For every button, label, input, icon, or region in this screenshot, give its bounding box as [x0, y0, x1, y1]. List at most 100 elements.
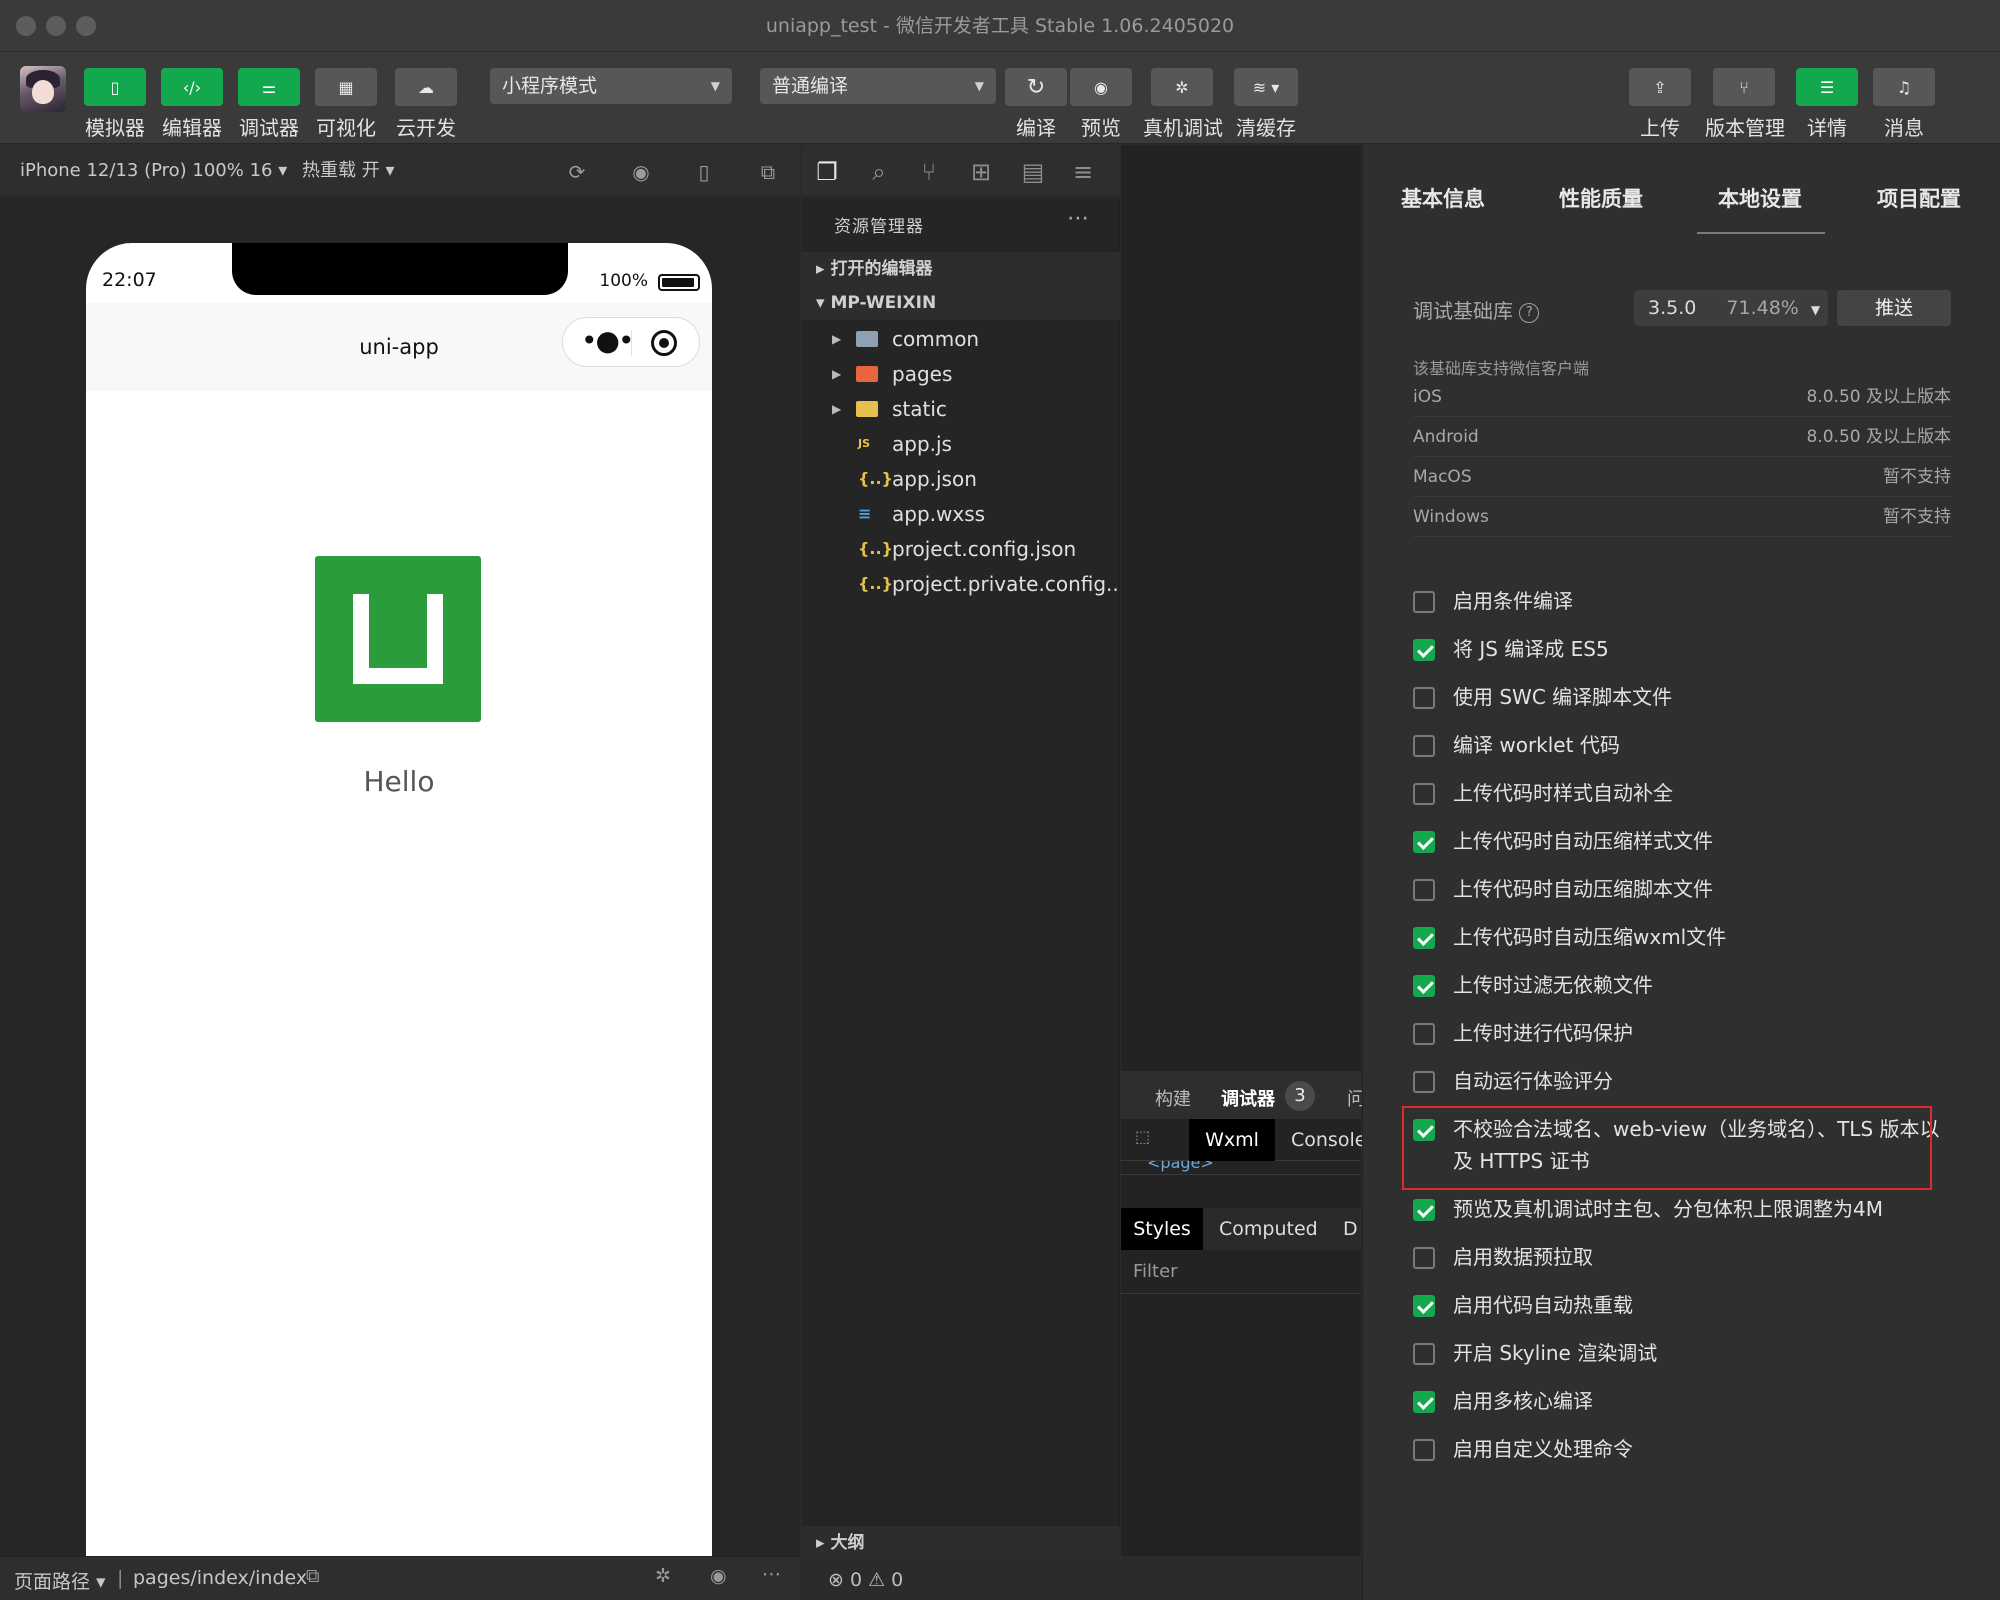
tab-more-styles[interactable]: D: [1343, 1208, 1358, 1250]
tab-performance[interactable]: 性能质量: [1559, 183, 1643, 213]
chevron-right-icon: ▶: [832, 367, 842, 381]
mini-program-navbar: uni-app •●•: [86, 303, 712, 391]
checkbox-unchecked[interactable]: [1413, 783, 1435, 805]
checkbox-unchecked[interactable]: [1413, 879, 1435, 901]
eye-icon: ◉: [1094, 77, 1108, 97]
outline-section[interactable]: ▸ 大纲: [802, 1526, 1120, 1560]
hot-reload-select[interactable]: 热重载 开 ▾: [302, 145, 394, 197]
checkbox-unchecked[interactable]: [1413, 591, 1435, 613]
version-button[interactable]: ⑂: [1713, 68, 1775, 106]
checkbox-checked[interactable]: [1413, 831, 1435, 853]
os-support-row: Windows 暂不支持: [1413, 497, 1951, 537]
cloud-dev-button[interactable]: ☁: [395, 68, 457, 106]
user-avatar[interactable]: [20, 66, 66, 112]
git-icon[interactable]: ⑂: [914, 157, 944, 187]
editor-toggle-button[interactable]: ‹/›: [161, 68, 223, 106]
device-select[interactable]: iPhone 12/13 (Pro) 100% 16 ▾: [20, 145, 287, 197]
checkbox-unchecked[interactable]: [1413, 735, 1435, 757]
upload-button[interactable]: ⇪: [1629, 68, 1691, 106]
rotate-icon[interactable]: ⟳: [564, 159, 590, 185]
tab-basic-info[interactable]: 基本信息: [1401, 183, 1485, 213]
docker-icon[interactable]: ≡: [1068, 157, 1098, 187]
record-icon[interactable]: ◉: [628, 159, 654, 185]
styles-filter-input[interactable]: Filter: [1121, 1250, 1361, 1294]
setting-option-label: 预览及真机调试时主包、分包体积上限调整为4M: [1453, 1197, 1883, 1221]
push-button[interactable]: 推送: [1837, 290, 1951, 326]
checkbox-unchecked[interactable]: [1413, 1343, 1435, 1365]
extensions-icon[interactable]: ⊞: [966, 157, 996, 187]
checkbox-unchecked[interactable]: [1413, 1071, 1435, 1093]
tab-project-config[interactable]: 项目配置: [1877, 183, 1961, 213]
menu-capsule[interactable]: •●•: [562, 317, 700, 367]
remote-debug-button[interactable]: ✲: [1151, 68, 1213, 106]
activity-bar: ❐ ⌕ ⑂ ⊞ ▤ ≡: [802, 145, 1120, 197]
bug-icon[interactable]: ✲: [655, 1565, 671, 1587]
tree-item-label: static: [892, 397, 947, 421]
checkbox-checked[interactable]: [1413, 1391, 1435, 1413]
wxml-page-node[interactable]: <page>: [1147, 1161, 1214, 1172]
checkbox-checked[interactable]: [1413, 1295, 1435, 1317]
caret-down-icon: ▼: [710, 79, 720, 93]
checkbox-checked[interactable]: [1413, 639, 1435, 661]
details-button[interactable]: ☰: [1796, 68, 1858, 106]
bug-icon: ✲: [1175, 77, 1189, 97]
open-editors-section[interactable]: ▸ 打开的编辑器: [802, 252, 1120, 286]
save-icon[interactable]: ▤: [1018, 157, 1048, 187]
tab-computed[interactable]: Computed: [1219, 1208, 1318, 1250]
copy-icon[interactable]: ⧉: [306, 1565, 320, 1587]
clear-cache-button[interactable]: ≋ ▾: [1234, 68, 1298, 106]
messages-button[interactable]: ♫: [1873, 68, 1935, 106]
setting-option-label: 上传时过滤无依赖文件: [1453, 973, 1653, 997]
checkbox-unchecked[interactable]: [1413, 1247, 1435, 1269]
tab-debugger[interactable]: 调试器: [1221, 1085, 1275, 1111]
checkbox-checked[interactable]: [1413, 927, 1435, 949]
lib-version-select[interactable]: 3.5.0 71.48% ▼: [1634, 290, 1828, 326]
phone-icon[interactable]: ▯: [691, 159, 717, 185]
compile-select[interactable]: 普通编译 ▼: [760, 68, 996, 104]
tab-wxml[interactable]: Wxml: [1189, 1119, 1275, 1161]
checkbox-unchecked[interactable]: [1413, 1439, 1435, 1461]
tree-item[interactable]: {..} app.json: [802, 462, 1120, 496]
tree-item[interactable]: ≡ app.wxss: [802, 497, 1120, 531]
checkbox-unchecked[interactable]: [1413, 1023, 1435, 1045]
simulator-toggle-button[interactable]: ▯: [84, 68, 146, 106]
inspect-icon[interactable]: ⬚: [1135, 1127, 1150, 1146]
debugger-toggle-button[interactable]: ⚌: [238, 68, 300, 106]
tab-build[interactable]: 构建: [1155, 1085, 1191, 1111]
tree-item[interactable]: ▶ pages: [802, 357, 1120, 391]
json-file-icon: {..}: [858, 574, 893, 593]
upload-label: 上传: [1640, 116, 1680, 140]
problems-counter[interactable]: ⊗ 0 ⚠ 0: [802, 1560, 1120, 1600]
help-icon[interactable]: ?: [1519, 302, 1540, 323]
visual-toggle-button[interactable]: ▦: [315, 68, 377, 106]
more-icon[interactable]: ⋯: [1067, 206, 1089, 231]
tree-item[interactable]: {..} project.config.json: [802, 532, 1120, 566]
tree-item[interactable]: {..} project.private.config....: [802, 567, 1120, 601]
search-icon[interactable]: ⌕: [864, 157, 894, 187]
mode-select[interactable]: 小程序模式 ▼: [490, 68, 732, 104]
more-dots-icon[interactable]: •●•: [581, 326, 634, 356]
more-icon[interactable]: ⋯: [762, 1563, 781, 1585]
detach-window-icon[interactable]: ⧉: [755, 159, 781, 185]
files-icon[interactable]: ❐: [812, 157, 842, 187]
close-mini-program-icon[interactable]: [651, 330, 677, 356]
checkbox-checked[interactable]: [1413, 1199, 1435, 1221]
checkbox-checked[interactable]: [1413, 975, 1435, 997]
tree-item[interactable]: ▶ common: [802, 322, 1120, 356]
os-support-row: Android 8.0.50 及以上版本: [1413, 417, 1951, 457]
caret-down-icon: ▼: [1810, 303, 1821, 317]
project-section[interactable]: ▾ MP-WEIXIN: [802, 286, 1120, 320]
eye-icon[interactable]: ◉: [710, 1565, 727, 1587]
styles-panel: [1121, 1294, 1361, 1556]
tree-item[interactable]: JS app.js: [802, 427, 1120, 461]
preview-button[interactable]: ◉: [1070, 68, 1132, 106]
highlight-annotation: [1402, 1106, 1932, 1190]
compile-button[interactable]: ↻: [1005, 68, 1067, 106]
phone-screen[interactable]: 22:07 100% uni-app •●• Hello: [86, 243, 712, 1556]
checkbox-unchecked[interactable]: [1413, 687, 1435, 709]
page-path-select[interactable]: 页面路径 ▾: [14, 1567, 106, 1594]
tree-item[interactable]: ▶ static: [802, 392, 1120, 426]
tab-styles[interactable]: Styles: [1121, 1208, 1203, 1250]
tab-local-settings[interactable]: 本地设置: [1718, 183, 1802, 213]
tab-console[interactable]: Console: [1291, 1119, 1366, 1161]
